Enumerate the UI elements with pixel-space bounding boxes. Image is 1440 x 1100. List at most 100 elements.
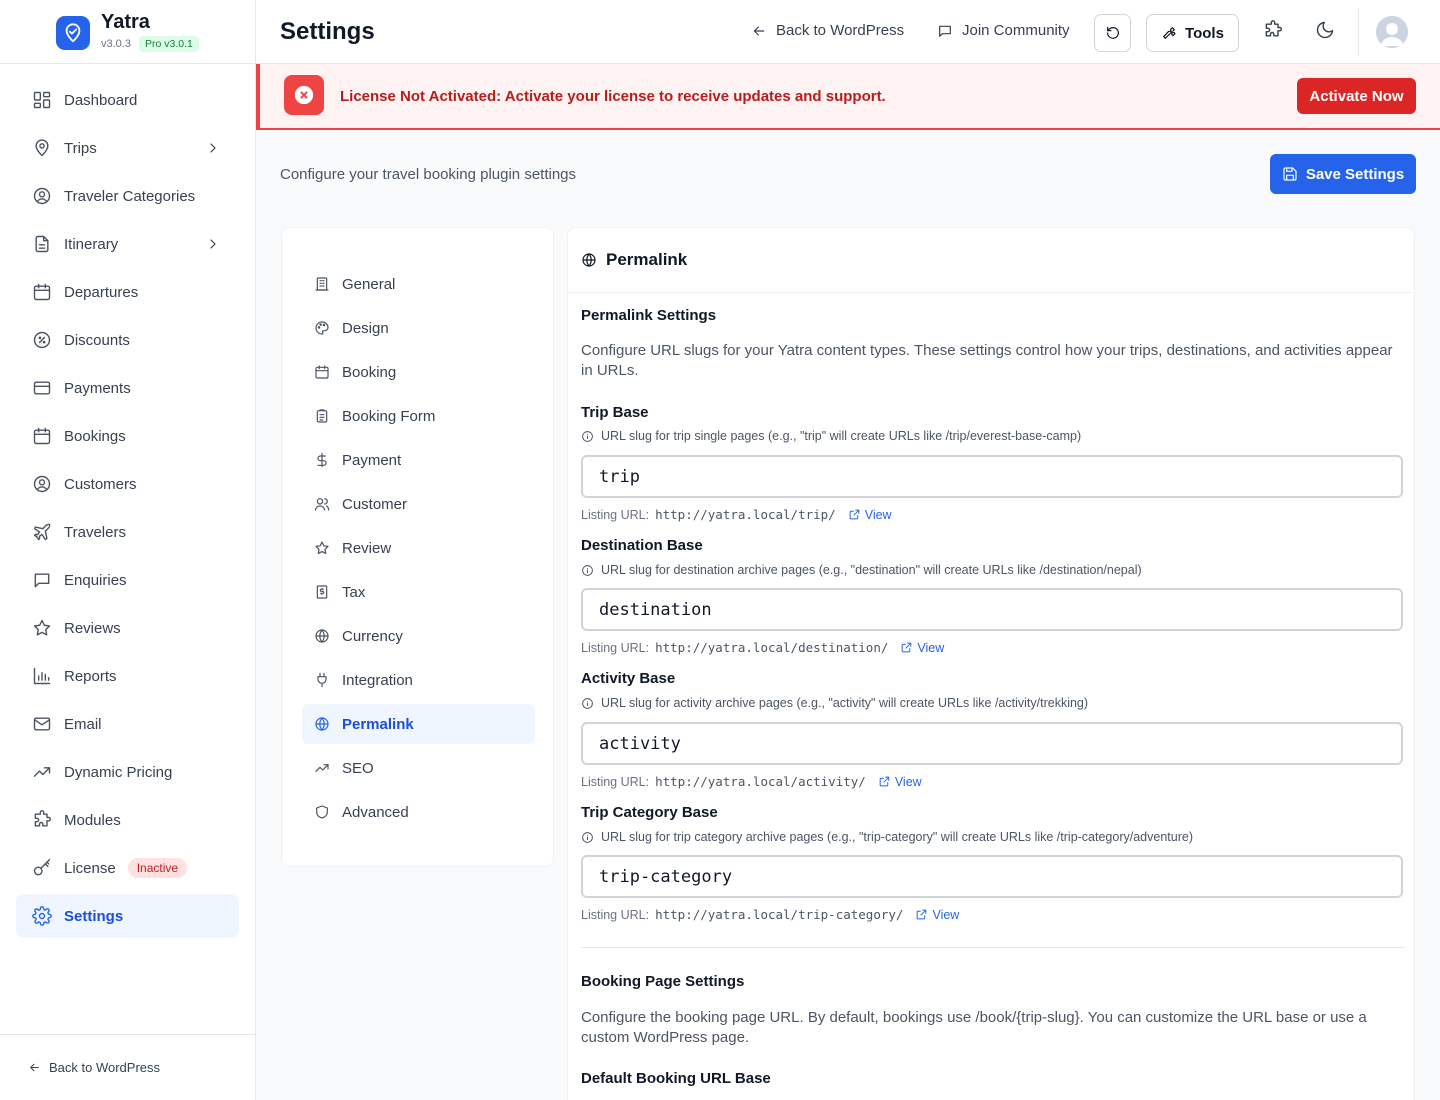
- sidebar-item-itinerary[interactable]: Itinerary: [16, 222, 239, 266]
- tab-booking[interactable]: Booking: [302, 352, 535, 392]
- tab-general[interactable]: General: [302, 264, 535, 304]
- help-text: URL slug for activity archive pages (e.g…: [601, 696, 1089, 710]
- tab-review[interactable]: Review: [302, 528, 535, 568]
- destination-base-label: Destination Base: [581, 537, 703, 554]
- view-link[interactable]: View: [848, 508, 892, 522]
- page-title: Settings: [280, 18, 375, 45]
- sidebar-item-modules[interactable]: Modules: [16, 798, 239, 842]
- sidebar-item-dashboard[interactable]: Dashboard: [16, 78, 239, 122]
- wrench-icon: [1163, 27, 1176, 39]
- sidebar-item-trips[interactable]: Trips: [16, 126, 239, 170]
- sidebar-item-reports[interactable]: Reports: [16, 654, 239, 698]
- external-link-icon: [849, 509, 860, 520]
- top-header: Settings Back to WordPress Join Communit…: [256, 0, 1440, 64]
- sidebar-item-label: Itinerary: [64, 235, 119, 253]
- view-link[interactable]: View: [915, 908, 959, 922]
- sidebar-item-traveler-categories[interactable]: Traveler Categories: [16, 174, 239, 218]
- error-icon: [284, 75, 324, 115]
- help-text: URL slug for trip category archive pages…: [601, 830, 1193, 844]
- sidebar-back-link[interactable]: Back to WordPress: [0, 1034, 255, 1100]
- tab-payment[interactable]: Payment: [302, 440, 535, 480]
- globe-icon: [315, 629, 329, 643]
- sidebar-item-settings[interactable]: Settings: [16, 894, 239, 938]
- sidebar-back-label: Back to WordPress: [49, 1060, 161, 1075]
- sidebar-item-enquiries[interactable]: Enquiries: [16, 558, 239, 602]
- tab-advanced[interactable]: Advanced: [302, 792, 535, 832]
- trip-base-help: URL slug for trip single pages (e.g., "t…: [581, 429, 1081, 443]
- sidebar-item-email[interactable]: Email: [16, 702, 239, 746]
- message-icon: [34, 573, 50, 588]
- tab-tax[interactable]: Tax: [302, 572, 535, 612]
- tools-button[interactable]: Tools: [1146, 14, 1239, 52]
- sidebar-item-label: Settings: [64, 907, 124, 925]
- tab-label: General: [342, 275, 396, 293]
- sidebar-item-payments[interactable]: Payments: [16, 366, 239, 410]
- trending-up-icon: [33, 767, 51, 777]
- tab-integration[interactable]: Integration: [302, 660, 535, 700]
- alert-message: License Not Activated: Activate your lic…: [340, 88, 886, 105]
- sidebar-item-travelers[interactable]: Travelers: [16, 510, 239, 554]
- join-community-link[interactable]: Join Community: [937, 22, 1070, 39]
- puzzle-icon: [34, 810, 51, 827]
- sidebar-item-customers[interactable]: Customers: [16, 462, 239, 506]
- save-icon: [1283, 167, 1297, 181]
- tab-currency[interactable]: Currency: [302, 616, 535, 656]
- tab-design[interactable]: Design: [302, 308, 535, 348]
- tab-permalink[interactable]: Permalink: [302, 704, 535, 744]
- moon-icon[interactable]: [1315, 20, 1335, 40]
- tab-seo[interactable]: SEO: [302, 748, 535, 788]
- license-status-badge: Inactive: [127, 858, 188, 878]
- sidebar-item-label: Reviews: [64, 619, 121, 637]
- yatra-logo-icon[interactable]: [56, 16, 90, 50]
- activate-now-button[interactable]: Activate Now: [1297, 78, 1416, 114]
- sidebar-item-dynamic-pricing[interactable]: Dynamic Pricing: [16, 750, 239, 794]
- view-link[interactable]: View: [878, 775, 922, 789]
- mail-icon: [33, 717, 51, 731]
- trip-base-input[interactable]: trip: [581, 455, 1403, 498]
- view-label: View: [864, 507, 892, 522]
- activity-base-input[interactable]: activity: [581, 722, 1403, 765]
- refresh-button[interactable]: [1094, 14, 1131, 52]
- alert-title: License Not Activated:: [340, 88, 502, 105]
- avatar[interactable]: [1376, 16, 1408, 48]
- chevron-right-icon[interactable]: [205, 140, 221, 156]
- tab-label: Advanced: [342, 803, 409, 821]
- info-icon: [582, 564, 593, 576]
- trending-up-icon: [315, 764, 329, 772]
- header-divider: [1358, 8, 1359, 56]
- info-icon: [582, 697, 593, 709]
- booking-section-title: Booking Page Settings: [581, 973, 745, 990]
- tab-booking-form[interactable]: Booking Form: [302, 396, 535, 436]
- sidebar-item-reviews[interactable]: Reviews: [16, 606, 239, 650]
- tab-label: Booking: [342, 363, 397, 381]
- tools-label: Tools: [1185, 24, 1224, 42]
- alert-body: Activate your license to receive updates…: [504, 88, 886, 105]
- puzzle-icon[interactable]: [1263, 20, 1283, 40]
- calendar-icon: [315, 365, 329, 379]
- sidebar-item-discounts[interactable]: Discounts: [16, 318, 239, 362]
- sidebar-item-bookings[interactable]: Bookings: [16, 414, 239, 458]
- save-settings-label: Save Settings: [1305, 165, 1405, 183]
- tab-customer[interactable]: Customer: [302, 484, 535, 524]
- version-label: v3.0.3: [101, 38, 131, 50]
- chevron-right-icon[interactable]: [205, 236, 221, 252]
- sidebar-item-label: Dynamic Pricing: [64, 763, 173, 781]
- back-to-wordpress-link[interactable]: Back to WordPress: [751, 22, 904, 39]
- save-settings-button[interactable]: Save Settings: [1270, 154, 1416, 194]
- info-icon: [582, 831, 593, 843]
- sidebar-item-license[interactable]: License Inactive: [16, 846, 239, 890]
- destination-base-input[interactable]: destination: [581, 588, 1403, 631]
- clipboard-icon: [316, 409, 328, 423]
- dashboard-icon: [33, 91, 51, 109]
- view-link[interactable]: View: [900, 641, 944, 655]
- settings-nav: General Design Booking Booking Form Paym…: [281, 227, 554, 867]
- trip-category-base-input[interactable]: trip-category: [581, 855, 1403, 898]
- pro-version-badge: Pro v3.0.1: [138, 36, 199, 52]
- tab-label: Design: [342, 319, 389, 337]
- join-community-label: Join Community: [962, 22, 1070, 39]
- map-pin-icon: [35, 139, 49, 157]
- sidebar-item-departures[interactable]: Departures: [16, 270, 239, 314]
- tab-label: Customer: [342, 495, 408, 513]
- building-icon: [315, 277, 329, 291]
- sidebar: Yatra v3.0.3 Pro v3.0.1 Dashboard Trips …: [0, 0, 256, 1100]
